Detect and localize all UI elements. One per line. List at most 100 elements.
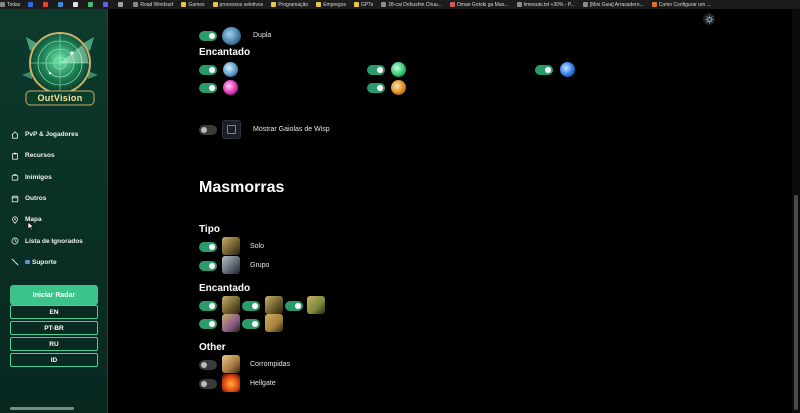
- dungeons-other-title: Other: [199, 342, 226, 353]
- bookmark-label: processos seletivos: [219, 1, 264, 8]
- dungeon-corrompidas-label: Corrompidas: [250, 361, 291, 368]
- dungeon-grupo-label: Grupo: [250, 262, 270, 269]
- bookmark-favicon-icon: [103, 2, 109, 7]
- bookmark-item[interactable]: Omae Gotoki ga Mao...: [449, 1, 509, 8]
- dungeon-corrompidas-icon: [222, 355, 240, 373]
- sidebar-item-inimigos[interactable]: Inimigos: [0, 167, 108, 188]
- dungeon-grupo-toggle[interactable]: [199, 261, 217, 271]
- bookmark-item[interactable]: timeouts.txt +30% - P...: [516, 1, 575, 8]
- bookmark-item[interactable]: [Mini Guia] Arrasadero...: [582, 2, 644, 8]
- sidebar-item-ignorados[interactable]: Lista de Ignorados: [0, 230, 108, 251]
- sidebar-item-outros[interactable]: Outros: [0, 188, 108, 209]
- dungeons-encantado-title: Encantado: [199, 283, 251, 294]
- bookmark-item[interactable]: GPTs: [354, 2, 373, 8]
- bookmark-favicon-icon: [582, 2, 588, 7]
- enchant-1-icon: [223, 62, 238, 77]
- bookmark-item[interactable]: [43, 2, 50, 7]
- bookmark-favicon-icon: [271, 2, 277, 7]
- bookmark-item[interactable]: [88, 2, 95, 7]
- dungeon-solo-toggle[interactable]: [199, 242, 217, 252]
- bookmark-label: 28-cai Dohushin Chuu...: [388, 1, 442, 8]
- bookmark-item[interactable]: [118, 2, 125, 7]
- wisp-cage-label: Mostrar Gaiolas de Wisp: [253, 126, 330, 133]
- encantado-title-top: Encantado: [199, 47, 251, 58]
- support-chat-icon: [25, 260, 30, 265]
- bookmark-label: Games: [188, 1, 205, 8]
- dungeon-hellgate-toggle[interactable]: [199, 379, 217, 389]
- bookmark-label: Como Configurar um ...: [658, 1, 711, 8]
- settings-gear-icon[interactable]: [703, 13, 715, 25]
- dungeon-enchant-toggle-5[interactable]: [242, 319, 260, 329]
- dupla-toggle[interactable]: [199, 31, 217, 41]
- bookmark-item[interactable]: [28, 2, 35, 7]
- dupla-icon: [222, 27, 241, 45]
- start-radar-button[interactable]: Iniciar Radar: [10, 285, 98, 305]
- wisp-cage-toggle[interactable]: [199, 125, 217, 135]
- bookmark-item[interactable]: [73, 2, 80, 7]
- dungeon-enchant-toggle-4[interactable]: [199, 319, 217, 329]
- dungeon-enchant-5-icon: [265, 314, 283, 332]
- bookmark-item[interactable]: Empregos: [316, 2, 346, 8]
- sidebar-horizontal-scrollbar[interactable]: [10, 407, 74, 410]
- enchant-toggle-5[interactable]: [367, 83, 385, 93]
- bookmark-item[interactable]: [58, 2, 65, 7]
- main-scrollbar-thumb[interactable]: [794, 195, 798, 410]
- bookmark-label: GPTs: [361, 1, 374, 8]
- lang-button-id[interactable]: ID: [10, 353, 98, 367]
- enchant-4-icon: [223, 80, 238, 95]
- dungeon-corrompidas-toggle[interactable]: [199, 360, 217, 370]
- bookmark-item[interactable]: Games: [181, 1, 205, 8]
- dungeon-hellgate-icon: [222, 374, 240, 392]
- bookmark-label: Programação: [278, 1, 309, 8]
- mouse-cursor: [27, 218, 35, 236]
- bookmark-item[interactable]: [103, 2, 110, 7]
- bookmark-item[interactable]: Road Windsurf: [133, 2, 173, 8]
- bookmark-label: Omae Gotoki ga Mao...: [456, 1, 509, 8]
- enchant-toggle-4[interactable]: [199, 83, 217, 93]
- dungeons-title: Masmorras: [199, 179, 285, 196]
- sidebar-item-pvp[interactable]: PvP & Jogadores: [0, 124, 108, 145]
- sidebar-item-label: Lista de Ignorados: [25, 237, 83, 245]
- dungeon-enchant-toggle-1[interactable]: [199, 301, 217, 311]
- dungeon-enchant-toggle-3[interactable]: [285, 301, 303, 311]
- sidebar-item-recursos[interactable]: Recursos: [0, 145, 108, 166]
- bookmark-item[interactable]: Como Configurar um ...: [651, 1, 711, 8]
- box-icon: [10, 194, 19, 203]
- enchant-toggle-2[interactable]: [367, 65, 385, 75]
- bookmark-item[interactable]: Todas: [0, 2, 20, 8]
- dungeon-enchant-2-icon: [265, 296, 283, 314]
- map-pin-icon: [10, 215, 19, 224]
- dungeon-grupo-icon: [222, 256, 240, 274]
- bookmark-favicon-icon: [381, 2, 387, 7]
- bookmark-item[interactable]: processos seletivos: [212, 1, 264, 8]
- logo-text: OutVision: [37, 93, 83, 103]
- lang-button-en[interactable]: EN: [10, 305, 98, 319]
- bookmark-item[interactable]: 28-cai Dohushin Chuu...: [381, 2, 442, 8]
- dungeon-hellgate-label: Hellgate: [250, 380, 276, 387]
- sidebar-item-mapa[interactable]: Mapa: [0, 209, 108, 230]
- bookmark-favicon-icon: [118, 2, 124, 7]
- enchant-toggle-3[interactable]: [535, 65, 553, 75]
- enchant-2-icon: [391, 62, 406, 77]
- dungeon-enchant-toggle-2[interactable]: [242, 301, 260, 311]
- sidebar-item-label: Outros: [25, 195, 47, 203]
- lang-button-ru[interactable]: RU: [10, 337, 98, 351]
- bookmark-label: timeouts.txt +30% - P...: [523, 1, 575, 8]
- dungeon-enchant-1-icon: [222, 296, 240, 314]
- enchant-toggle-1[interactable]: [199, 65, 217, 75]
- sidebar-item-suporte[interactable]: Suporte: [0, 252, 108, 273]
- outvision-logo: OutVision: [20, 23, 100, 107]
- bookmark-label: Empregos: [323, 1, 346, 8]
- bookmark-favicon-icon: [212, 2, 218, 7]
- bookmark-favicon-icon: [354, 2, 359, 7]
- block-list-icon: [10, 237, 19, 246]
- dungeon-enchant-3-icon: [307, 296, 325, 314]
- sidebar-item-label: Inimigos: [25, 173, 52, 181]
- bookmark-favicon-icon: [73, 2, 79, 7]
- dupla-label: Dupla: [253, 32, 272, 39]
- bookmark-favicon-icon: [43, 2, 49, 7]
- lang-button-ptbr[interactable]: PT-BR: [10, 321, 98, 335]
- bag-icon: [10, 173, 19, 182]
- bookmark-favicon-icon: [0, 2, 5, 7]
- bookmark-item[interactable]: Programação: [271, 2, 308, 8]
